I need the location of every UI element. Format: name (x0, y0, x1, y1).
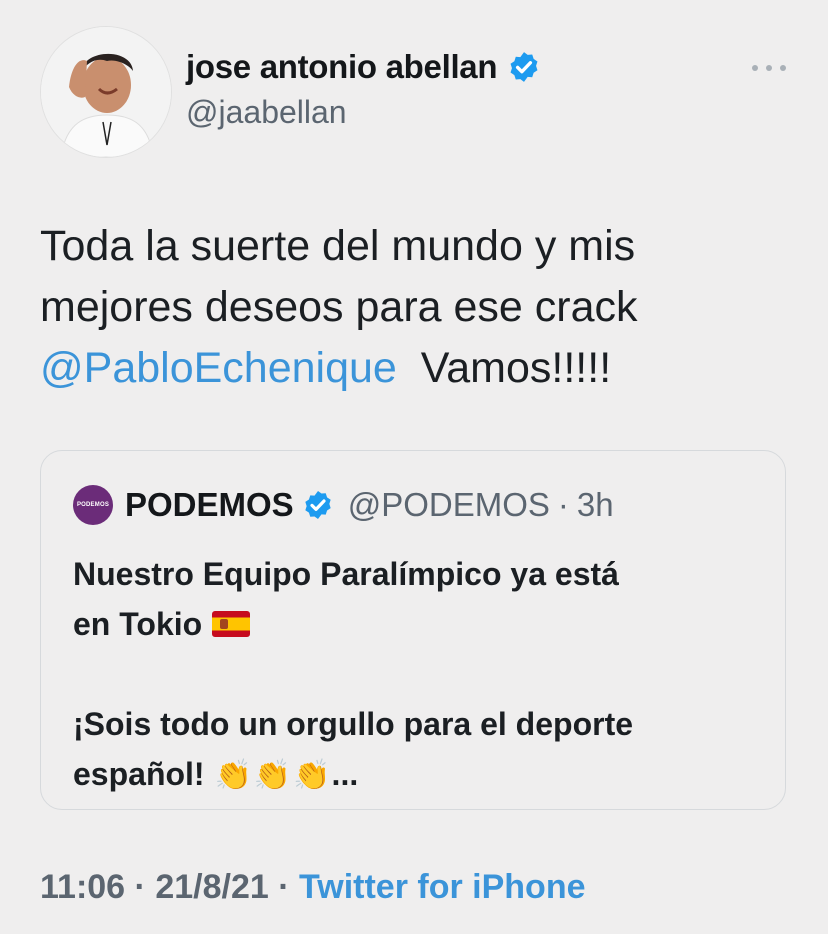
tweet-meta: 11:06 · 21/8/21 · Twitter for iPhone (40, 868, 586, 907)
quoted-separator: · (557, 486, 569, 523)
quoted-author-handle[interactable]: @PODEMOS (348, 486, 550, 524)
tweet-source-link[interactable]: Twitter for iPhone (299, 868, 585, 906)
quoted-tweet-header: PODEMOS PODEMOS @PODEMOS · 3h (73, 483, 614, 527)
author-name-text[interactable]: jose antonio abellan (186, 48, 498, 86)
more-dot (752, 65, 758, 71)
author-handle[interactable]: @jaabellan (186, 94, 347, 131)
clapping-hands-icon: 👏 (214, 759, 252, 792)
spain-flag-icon (212, 611, 251, 637)
more-options-icon[interactable] (752, 58, 786, 78)
tweet-text: Toda la suerte del mundo y mis mejores d… (40, 216, 800, 399)
tweet-text-line: mejores deseos para ese crack (40, 283, 638, 331)
quoted-author-name[interactable]: PODEMOS (125, 486, 294, 524)
tweet-time[interactable]: 11:06 (40, 868, 125, 906)
tweet-text-line: Toda la suerte del mundo y mis (40, 222, 636, 270)
quoted-text-line: español! 👏👏👏... (73, 749, 763, 801)
author-avatar[interactable] (40, 26, 172, 158)
meta-separator: · (278, 868, 290, 906)
quoted-text-line: ¡Sois todo un orgullo para el deporte (73, 706, 634, 742)
quoted-text-line-part: español! (73, 756, 205, 792)
tweet-text-line: @PabloEchenique Vamos!!!!! (40, 338, 800, 399)
ellipsis: ... (331, 756, 359, 792)
clapping-hands-icon: 👏 (253, 759, 292, 792)
meta-separator: · (134, 868, 146, 906)
quoted-text-line: en Tokio (73, 599, 763, 649)
verified-badge-icon (510, 52, 538, 82)
quoted-time[interactable]: 3h (577, 486, 614, 524)
avatar-photo-icon (41, 27, 171, 157)
tweet-text-tail: Vamos!!!!! (420, 344, 612, 392)
verified-badge-icon (305, 491, 331, 519)
mention-link[interactable]: @PabloEchenique (40, 344, 397, 392)
tweet-date[interactable]: 21/8/21 (155, 868, 268, 906)
quoted-tweet-card[interactable]: PODEMOS PODEMOS @PODEMOS · 3h Nuestro Eq… (40, 450, 786, 810)
clapping-hands-icon: 👏 (293, 759, 331, 792)
more-dot (780, 65, 786, 71)
quoted-text-line: Nuestro Equipo Paralímpico ya está (73, 556, 619, 592)
podemos-logo[interactable]: PODEMOS (73, 485, 113, 525)
quoted-text-line-part: en Tokio (73, 606, 203, 642)
more-dot (766, 65, 772, 71)
author-name[interactable]: jose antonio abellan (186, 48, 541, 86)
quoted-tweet-text: Nuestro Equipo Paralímpico ya está en To… (73, 549, 763, 801)
